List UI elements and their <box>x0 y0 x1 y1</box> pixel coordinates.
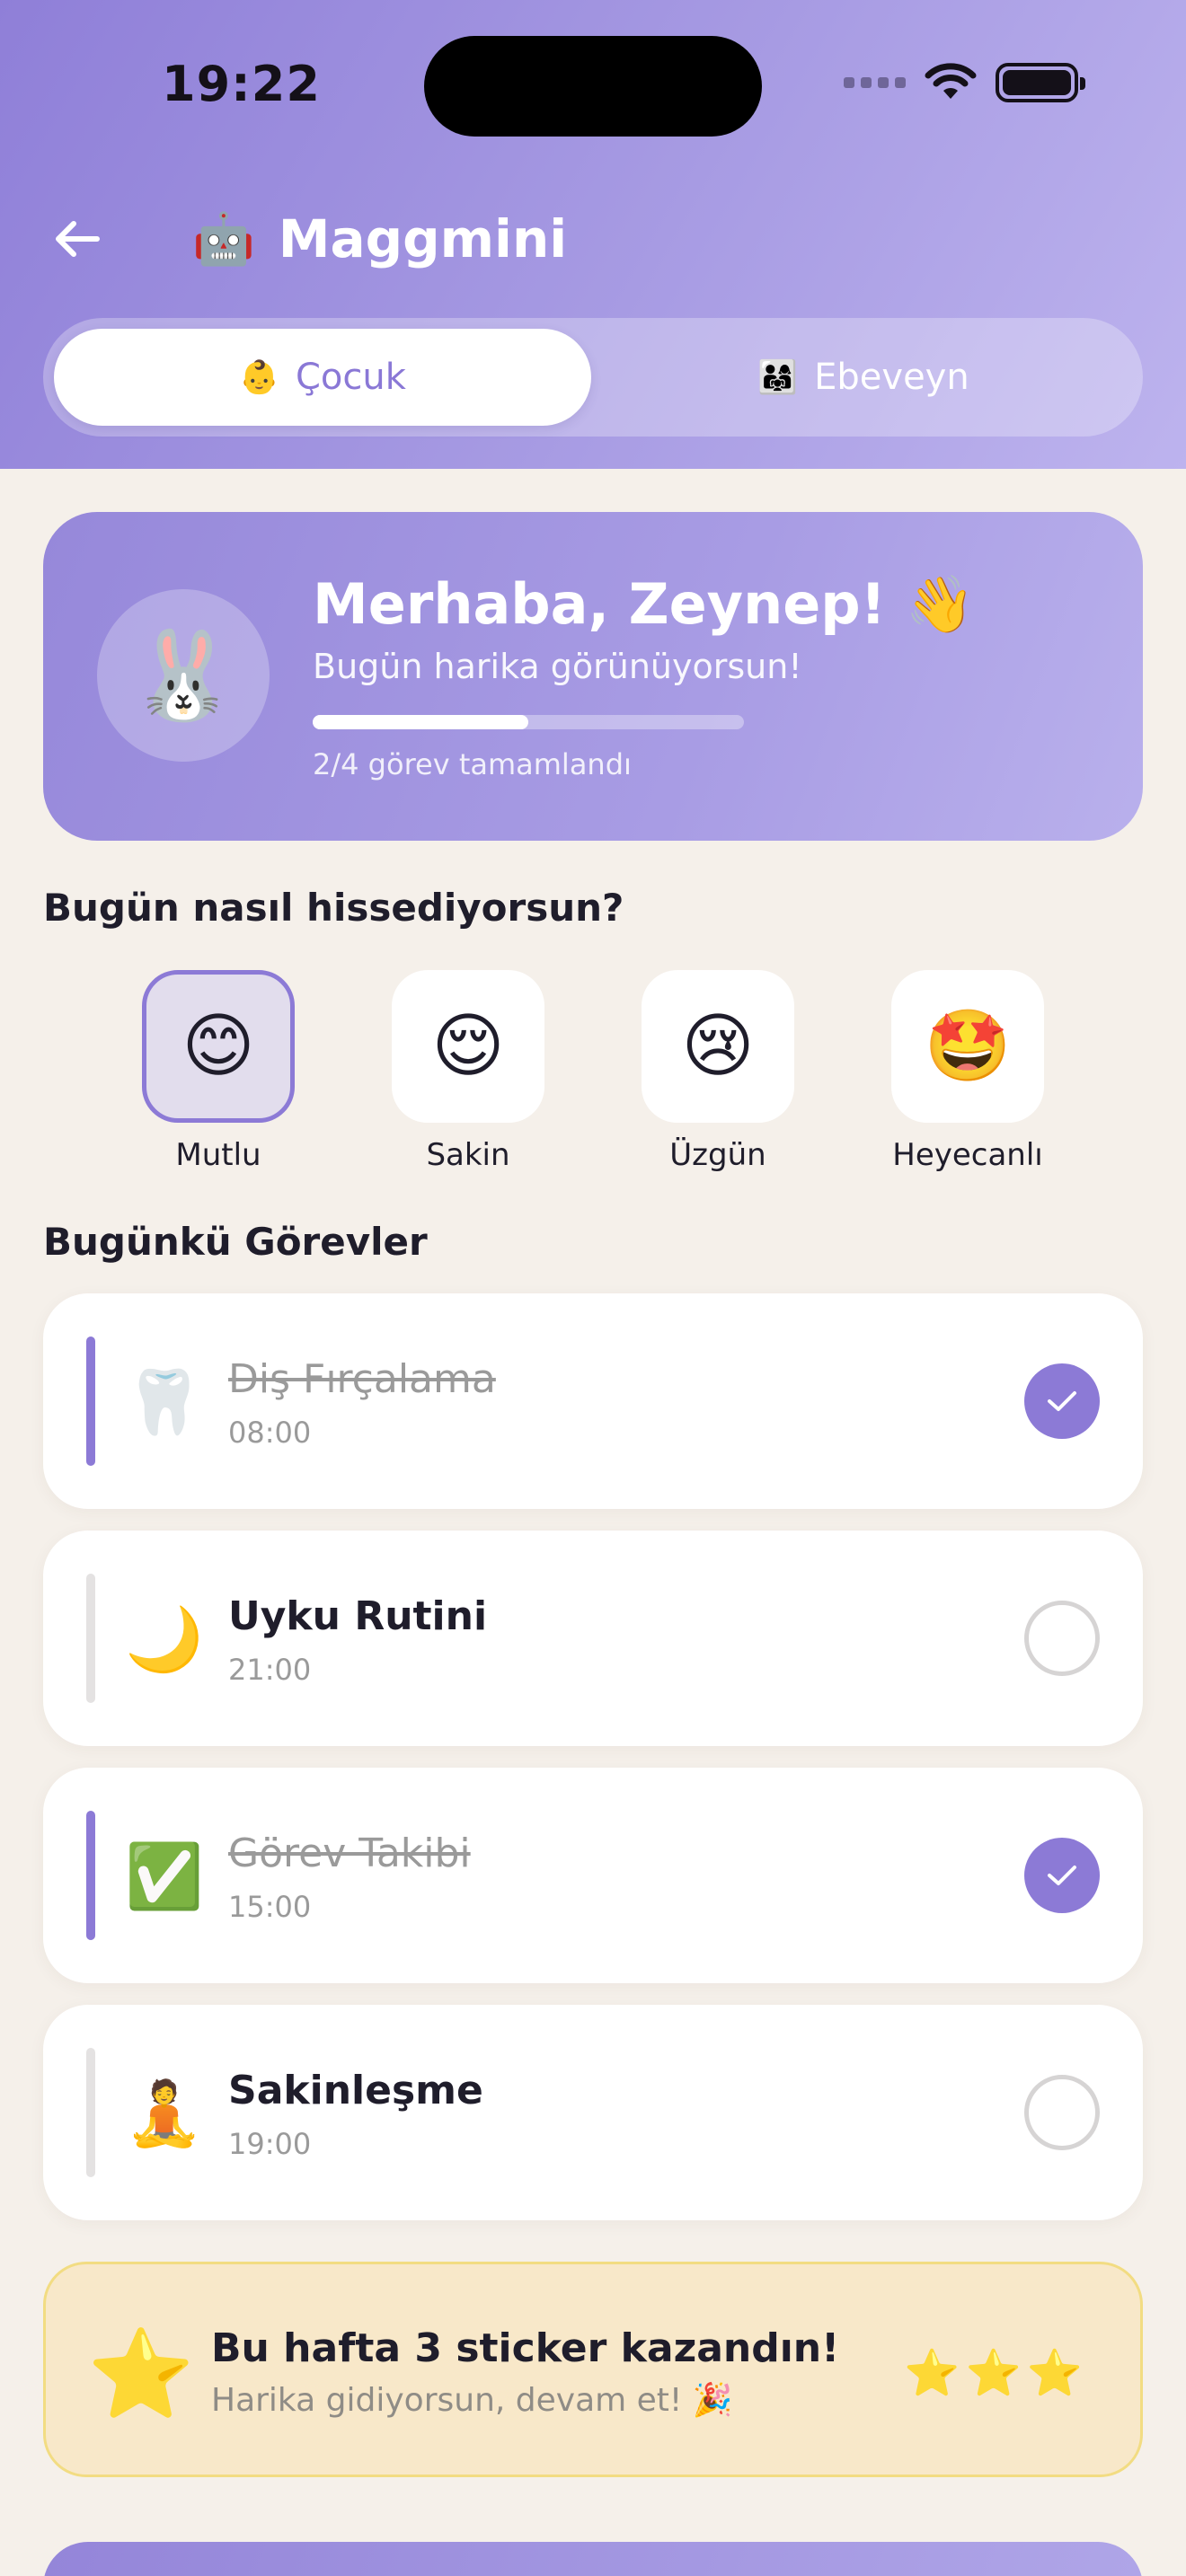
task-checkbox[interactable] <box>1024 1363 1100 1439</box>
task-name: Sakinleşme <box>228 2068 483 2113</box>
task-name: Uyku Rutini <box>228 1593 488 1639</box>
task-status-bar <box>86 1574 95 1703</box>
check-mark-button-icon: ✅ <box>125 1839 204 1913</box>
task-card[interactable]: ✅ Görev Takibi 15:00 <box>43 1768 1143 1983</box>
dynamic-island <box>424 36 762 137</box>
mood-option-sad[interactable]: 😢 Üzgün <box>642 970 794 1173</box>
rabbit-icon: 🐰 <box>129 624 237 726</box>
tasks-section-title: Bugünkü Görevler <box>43 1220 428 1264</box>
tab-parent-label: Ebeveyn <box>814 357 969 398</box>
task-time: 08:00 <box>228 1416 312 1450</box>
tab-child[interactable]: 👶 Çocuk <box>54 329 591 426</box>
relieved-face-icon: 😌 <box>392 970 544 1123</box>
smiling-face-icon: 😊 <box>142 970 295 1123</box>
sticker-title: Bu hafta 3 sticker kazandın! <box>211 2325 840 2371</box>
task-checkbox[interactable] <box>1024 1838 1100 1913</box>
wifi-icon <box>925 63 977 99</box>
mood-option-excited[interactable]: 🤩 Heyecanlı <box>891 970 1044 1173</box>
arrow-left-icon <box>56 221 100 257</box>
tab-parent[interactable]: 👨‍👩‍👧 Ebeveyn <box>595 329 1132 426</box>
task-time: 21:00 <box>228 1653 312 1687</box>
back-button[interactable] <box>41 203 113 275</box>
star-icon: ⭐ <box>87 2324 195 2424</box>
mood-label: Sakin <box>426 1137 510 1173</box>
task-status-bar <box>86 2048 95 2177</box>
crying-face-icon: 😢 <box>642 970 794 1123</box>
mood-section-title: Bugün nasıl hissediyorsun? <box>43 886 624 930</box>
task-status-bar <box>86 1811 95 1940</box>
star-struck-face-icon: 🤩 <box>891 970 1044 1123</box>
sticker-subtitle: Harika gidiyorsun, devam et! 🎉 <box>211 2382 733 2419</box>
mood-label: Heyecanlı <box>892 1137 1043 1173</box>
mood-option-happy[interactable]: 😊 Mutlu <box>142 970 295 1173</box>
mode-switch: 👶 Çocuk 👨‍👩‍👧 Ebeveyn <box>43 318 1143 437</box>
task-checkbox[interactable] <box>1024 2075 1100 2150</box>
greeting-title: Merhaba, Zeynep! 👋 <box>313 571 975 637</box>
task-progress-bar <box>313 715 744 729</box>
cellular-signal-icon <box>844 77 906 88</box>
task-card[interactable]: 🧘 Sakinleşme 19:00 <box>43 2005 1143 2220</box>
tab-child-label: Çocuk <box>295 357 406 398</box>
task-name: Diş Fırçalama <box>228 1356 496 1402</box>
task-card[interactable]: 🌙 Uyku Rutini 21:00 <box>43 1531 1143 1746</box>
app-title-row: 🤖 Maggmini <box>192 208 567 269</box>
checkmark-icon <box>1048 1391 1076 1411</box>
task-name: Görev Takibi <box>228 1831 471 1876</box>
app-title: Maggmini <box>278 208 568 269</box>
task-status-bar <box>86 1337 95 1466</box>
task-checkbox[interactable] <box>1024 1601 1100 1676</box>
baby-icon: 👶 <box>239 359 279 396</box>
mood-label: Mutlu <box>175 1137 261 1173</box>
checkmark-icon <box>1048 1866 1076 1885</box>
meditation-icon: 🧘 <box>125 2076 204 2150</box>
bottom-card[interactable] <box>43 2542 1143 2576</box>
tooth-icon: 🦷 <box>125 1364 204 1439</box>
task-progress-text: 2/4 görev tamamlandı <box>313 747 632 781</box>
mood-label: Üzgün <box>669 1137 766 1173</box>
task-card[interactable]: 🦷 Diş Fırçalama 08:00 <box>43 1293 1143 1509</box>
moon-icon: 🌙 <box>125 1601 204 1676</box>
greeting-card: 🐰 Merhaba, Zeynep! 👋 Bugün harika görünü… <box>43 512 1143 841</box>
sticker-banner[interactable]: ⭐ Bu hafta 3 sticker kazandın! Harika gi… <box>43 2262 1143 2477</box>
robot-icon: 🤖 <box>192 210 255 269</box>
sticker-stars-icon: ⭐⭐⭐ <box>904 2347 1088 2399</box>
battery-icon <box>996 63 1085 102</box>
mood-option-calm[interactable]: 😌 Sakin <box>392 970 544 1173</box>
app-header: 19:22 🤖 Maggmini 👶 Çocuk 👨‍👩‍👧 Ebeveyn <box>0 0 1186 469</box>
avatar[interactable]: 🐰 <box>97 589 270 762</box>
task-time: 19:00 <box>228 2127 312 2161</box>
status-time: 19:22 <box>162 56 321 112</box>
greeting-subtitle: Bugün harika görünüyorsun! <box>313 647 802 686</box>
task-time: 15:00 <box>228 1890 312 1924</box>
status-icons <box>844 63 1085 102</box>
task-progress-fill <box>313 715 528 729</box>
family-icon: 👨‍👩‍👧 <box>757 359 799 396</box>
